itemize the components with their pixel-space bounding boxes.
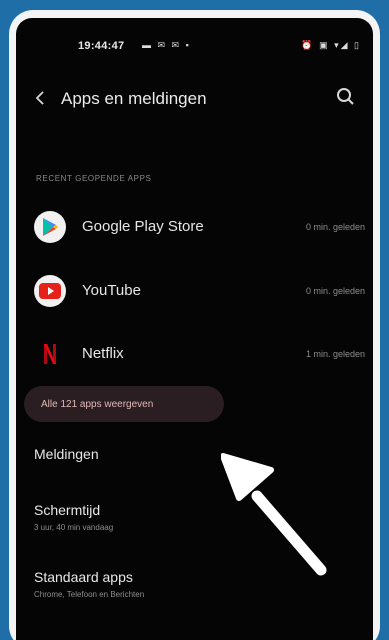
menu-item-subtitle: Chrome, Telefoon en Berichten (34, 590, 145, 599)
menu-item-notifications[interactable]: Meldingen (34, 446, 99, 462)
menu-item-default-apps[interactable]: Standaard apps Chrome, Telefoon en Beric… (34, 569, 144, 599)
app-name: YouTube (82, 282, 141, 299)
menu-item-title: Standaard apps (34, 569, 133, 585)
app-name: Google Play Store (82, 218, 204, 235)
recent-app-row[interactable]: Google Play Store 0 min. geleden (16, 201, 373, 257)
netflix-icon (34, 338, 66, 370)
show-all-apps-button[interactable]: Alle 121 apps weergeven (24, 386, 224, 422)
app-last-opened: 1 min. geleden (305, 349, 365, 359)
menu-item-screen-time[interactable]: Schermtijd 3 uur, 40 min vandaag (34, 502, 113, 532)
notification-icons: ▬ ✉ ✉ ▪ (142, 40, 191, 50)
status-time: 19:44:47 (78, 40, 125, 52)
back-arrow-icon (35, 91, 44, 105)
system-status-icons: ⏰ ▣ ▾◢ ▯ (301, 40, 361, 50)
status-bar: 19:44:47 ▬ ✉ ✉ ▪ ⏰ ▣ ▾◢ ▯ (16, 18, 373, 68)
app-name: Netflix (82, 345, 124, 362)
menu-item-subtitle: 3 uur, 40 min vandaag (34, 523, 114, 532)
back-button[interactable] (34, 88, 54, 112)
recent-app-row[interactable]: YouTube 0 min. geleden (16, 265, 373, 321)
app-header: Apps en meldingen (16, 86, 373, 126)
section-label-recent-apps: RECENT GEOPENDE APPS (36, 174, 152, 183)
menu-item-title: Meldingen (34, 446, 99, 462)
app-last-opened: 0 min. geleden (305, 286, 365, 296)
app-last-opened: 0 min. geleden (305, 222, 365, 232)
pointer-arrow-icon (221, 453, 327, 576)
page-title: Apps en meldingen (61, 89, 207, 108)
phone-screen: 19:44:47 ▬ ✉ ✉ ▪ ⏰ ▣ ▾◢ ▯ Apps en meldin… (16, 18, 373, 640)
menu-item-title: Schermtijd (34, 502, 101, 518)
youtube-icon (34, 275, 66, 307)
recent-app-row[interactable]: Netflix 1 min. geleden (16, 328, 373, 384)
search-button[interactable] (335, 86, 363, 114)
google-play-icon (34, 211, 66, 243)
search-icon (337, 88, 354, 105)
